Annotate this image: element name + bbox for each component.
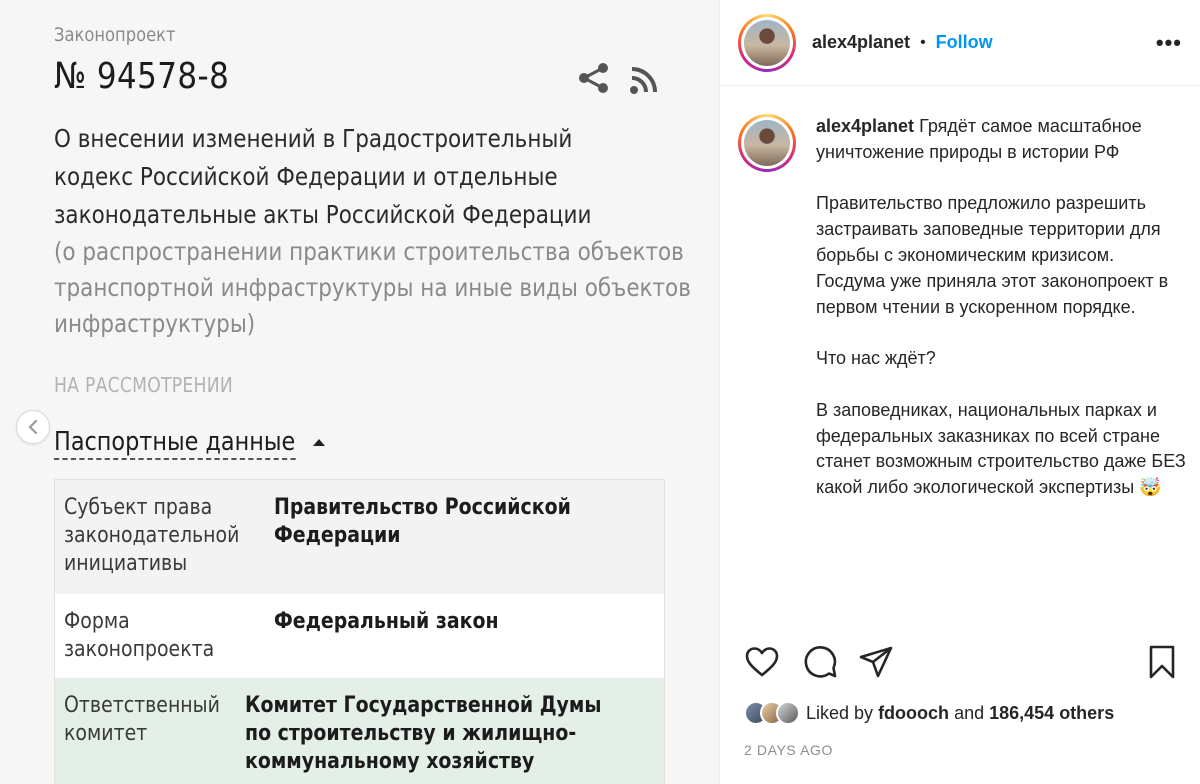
bill-number: № 94578-8 [54,56,230,97]
rss-icon[interactable] [628,64,660,96]
table-key-line: законодательной [64,523,240,548]
table-value-line: Правительство Российской [274,495,571,520]
document-kicker: Законопроект [54,24,176,46]
caret-up-icon [312,439,325,446]
carousel-prev-button[interactable] [16,410,50,444]
caption-paragraph: alex4planet Грядёт самое масштабное унич… [816,114,1186,166]
bill-title-line: законодательные акты Российской Федераци… [54,200,592,229]
caption-avatar[interactable] [738,114,796,172]
avatar-photo [744,120,790,166]
avatar-border [741,117,793,169]
table-value-line: Федерации [274,523,401,548]
caption-paragraph: В заповедниках, национальных парках и фе… [816,399,1186,498]
separator-dot: • [920,33,926,51]
bill-status: НА РАССМОТРЕНИИ [54,373,233,397]
table-value-line: по строительству и жилищно- [245,721,577,746]
avatar-photo [744,19,790,66]
table-value: Федеральный закон [274,608,601,666]
liked-by-user[interactable]: fdoooch [878,703,949,724]
likes-summary: Liked by fdoooch and 186,454 others [744,701,1114,725]
likes-count[interactable]: 186,454 others [989,703,1114,724]
username-link[interactable]: alex4planet [812,32,910,53]
table-key: Форма законопроекта [64,608,245,666]
heart-icon[interactable] [744,644,780,680]
post-timestamp[interactable]: 2 DAYS AGO [744,742,833,758]
bill-subtitle: (о распространении практики строительств… [54,234,691,342]
caption-paragraph: Правительство предложило разрешить застр… [816,193,1169,317]
table-row: Форма законопроекта Федеральный закон [55,594,664,678]
follow-button[interactable]: Follow [936,32,993,53]
passport-heading-label: Паспортные данные [54,427,296,460]
post-header: alex4planet • Follow ••• [720,0,1200,86]
liked-by-and: and [954,702,985,723]
bookmark-icon[interactable] [1144,644,1180,680]
avatar[interactable] [738,13,796,72]
caption-text: alex4planet Грядёт самое масштабное унич… [816,114,1186,527]
table-key: Субъект права законодательной инициативы [64,494,245,582]
table-key-line: законопроекта [64,637,215,662]
liker-avatars [744,701,800,725]
comment-icon[interactable] [802,644,838,680]
table-value-line: коммунальному хозяйству [245,749,535,774]
caption-username[interactable]: alex4planet [816,116,914,136]
table-key-line: Форма [64,609,130,634]
bill-subtitle-line: (о распространении практики строительств… [54,237,684,266]
table-value-line: Федеральный закон [274,609,499,634]
passport-heading[interactable]: Паспортные данные [54,427,325,460]
caption: alex4planet Грядёт самое масштабное унич… [738,114,1188,527]
table-key-line: комитет [64,721,148,746]
table-value: Правительство Российской Федерации [274,494,601,582]
action-bar [744,644,1184,682]
caption-paragraph: Что нас ждёт? [816,348,936,369]
more-options-button[interactable]: ••• [1156,30,1182,56]
post-image: Законопроект № 94578-8 О внесении измене… [0,0,719,784]
table-value: Комитет Государственной Думы по строител… [245,692,601,784]
avatar-border [741,16,793,69]
table-value-line: Комитет Государственной Думы [245,693,602,718]
liked-by-prefix: Liked by [806,702,874,723]
bill-subtitle-line: инфраструктуры) [54,309,256,338]
table-row: Ответственный комитет Комитет Государств… [55,678,664,784]
bill-subtitle-line: транспортной инфраструктуры на иные виды… [54,273,691,302]
table-key-line: инициативы [64,551,188,576]
chevron-left-icon [28,419,38,435]
send-icon[interactable] [858,644,894,680]
bill-title-line: О внесении изменений в Градостроительный [54,124,573,153]
table-row: Субъект права законодательной инициативы… [55,480,664,594]
share-icon[interactable] [576,60,612,96]
bill-title-line: кодекс Российской Федерации и отдельные [54,162,558,191]
table-key-line: Ответственный [64,693,220,718]
post-sidebar: alex4planet • Follow ••• alex4planet Гря… [719,0,1200,784]
bill-title: О внесении изменений в Градостроительный… [54,120,656,234]
table-key: Ответственный комитет [64,692,220,784]
table-key-line: Субъект права [64,495,213,520]
passport-table: Субъект права законодательной инициативы… [54,479,665,784]
avatar[interactable] [776,701,800,725]
app-root: Законопроект № 94578-8 О внесении измене… [0,0,1200,784]
